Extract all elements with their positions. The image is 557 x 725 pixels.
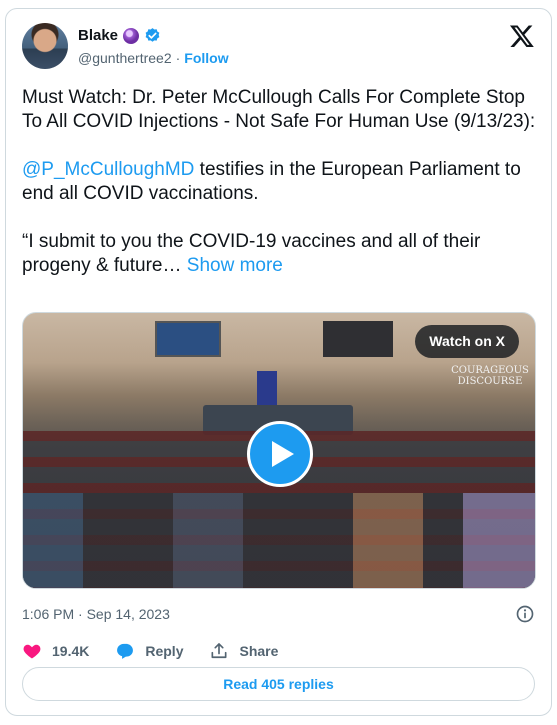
reply-bubble-icon bbox=[117, 643, 134, 659]
likes-count: 19.4K bbox=[52, 643, 90, 659]
avatar[interactable] bbox=[22, 23, 68, 69]
video-watermark: COURAGEOUS DISCOURSE bbox=[451, 365, 529, 387]
author-handle-row: @gunthertree2 · Follow bbox=[78, 50, 229, 66]
x-logo-icon[interactable] bbox=[509, 23, 535, 49]
share-icon bbox=[211, 643, 227, 659]
wall-panel bbox=[323, 321, 393, 357]
action-bar: 19.4K Reply Share bbox=[22, 638, 304, 664]
tweet-paragraph-3: “I submit to you the COVID-19 vaccines a… bbox=[22, 230, 537, 278]
share-label: Share bbox=[239, 643, 279, 659]
watch-on-x-button[interactable]: Watch on X bbox=[415, 325, 519, 358]
show-more-link[interactable]: Show more bbox=[187, 255, 283, 276]
verified-badge-icon bbox=[145, 28, 160, 42]
mention-link[interactable]: @P_McCulloughMD bbox=[22, 159, 194, 180]
info-icon[interactable] bbox=[515, 604, 535, 624]
tweet-header: Blake @gunthertree2 · Follow bbox=[22, 23, 535, 71]
tweet-card: Blake @gunthertree2 · Follow Must Watch:… bbox=[5, 8, 552, 716]
follow-button[interactable]: Follow bbox=[184, 50, 228, 66]
heart-icon bbox=[23, 644, 41, 659]
stage-banner bbox=[257, 371, 277, 407]
author-handle[interactable]: @gunthertree2 bbox=[78, 50, 172, 66]
read-replies-button[interactable]: Read 405 replies bbox=[22, 667, 535, 701]
separator-dot: · bbox=[175, 50, 181, 66]
timestamp[interactable]: 1:06 PM · Sep 14, 2023 bbox=[22, 606, 170, 622]
reply-button[interactable]: Reply bbox=[115, 641, 183, 661]
wall-screen bbox=[155, 321, 221, 357]
audience-people bbox=[23, 493, 535, 588]
watermark-line-2: DISCOURSE bbox=[457, 376, 523, 387]
author-name-row: Blake bbox=[78, 27, 161, 44]
like-button[interactable]: 19.4K bbox=[22, 641, 89, 661]
crystal-ball-icon bbox=[123, 27, 140, 44]
share-button[interactable]: Share bbox=[209, 641, 278, 661]
video-player[interactable]: Watch on X COURAGEOUS DISCOURSE bbox=[22, 312, 536, 589]
play-button[interactable] bbox=[247, 421, 313, 487]
author-name[interactable]: Blake bbox=[78, 27, 118, 44]
tweet-meta: 1:06 PM · Sep 14, 2023 bbox=[22, 602, 535, 626]
play-icon bbox=[272, 441, 294, 467]
tweet-paragraph-2: @P_McCulloughMD testifies in the Europea… bbox=[22, 158, 537, 206]
watermark-line-1: COURAGEOUS bbox=[451, 365, 529, 376]
tweet-paragraph-1: Must Watch: Dr. Peter McCullough Calls F… bbox=[22, 87, 536, 132]
reply-label: Reply bbox=[145, 643, 184, 659]
tweet-text: Must Watch: Dr. Peter McCullough Calls F… bbox=[22, 86, 537, 278]
